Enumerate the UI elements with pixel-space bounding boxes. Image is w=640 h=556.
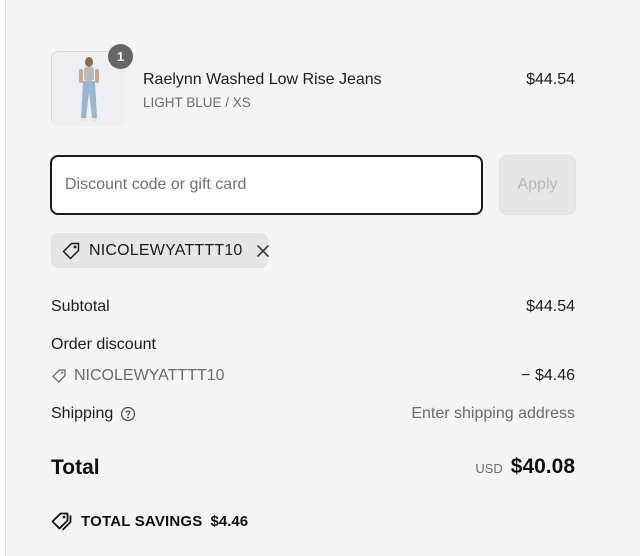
- product-name: Raelynn Washed Low Rise Jeans: [143, 71, 382, 88]
- product-variant: LIGHT BLUE / XS: [143, 95, 251, 110]
- subtotal-value: $44.54: [526, 298, 575, 315]
- applied-discount-chip: NICOLEWYATTTT10: [51, 233, 271, 268]
- apply-button[interactable]: Apply: [499, 155, 576, 215]
- order-discount-code: NICOLEWYATTTT10: [74, 367, 225, 384]
- order-discount-label: Order discount: [51, 336, 156, 353]
- product-price: $44.54: [526, 71, 575, 88]
- subtotal-label: Subtotal: [51, 298, 110, 315]
- discount-code-input[interactable]: [50, 155, 483, 215]
- total-savings-label: TOTAL SAVINGS: [81, 512, 203, 530]
- close-icon[interactable]: [255, 243, 271, 259]
- order-discount-value: − $4.46: [521, 367, 575, 384]
- total-value: $40.08: [510, 455, 575, 478]
- total-label: Total: [51, 456, 100, 479]
- tags-icon: [51, 511, 73, 531]
- order-discount-code-row: NICOLEWYATTTT10: [51, 367, 225, 385]
- order-summary-panel: 1 Raelynn Washed Low Rise Jeans LIGHT BL…: [5, 0, 640, 556]
- tag-icon: [51, 368, 67, 384]
- tag-icon: [61, 241, 81, 261]
- shipping-row: Shipping: [51, 405, 136, 423]
- shipping-label: Shipping: [51, 405, 114, 422]
- quantity-badge: 1: [108, 44, 133, 69]
- shipping-value: Enter shipping address: [411, 405, 575, 422]
- total-savings-value: $4.46: [210, 512, 249, 530]
- applied-discount-code: NICOLEWYATTTT10: [89, 241, 243, 259]
- total-savings-row: TOTAL SAVINGS $4.46: [51, 511, 248, 531]
- currency-code: USD: [475, 461, 503, 476]
- total-amount: USD $40.08: [475, 455, 575, 479]
- help-circle-icon[interactable]: [120, 406, 136, 422]
